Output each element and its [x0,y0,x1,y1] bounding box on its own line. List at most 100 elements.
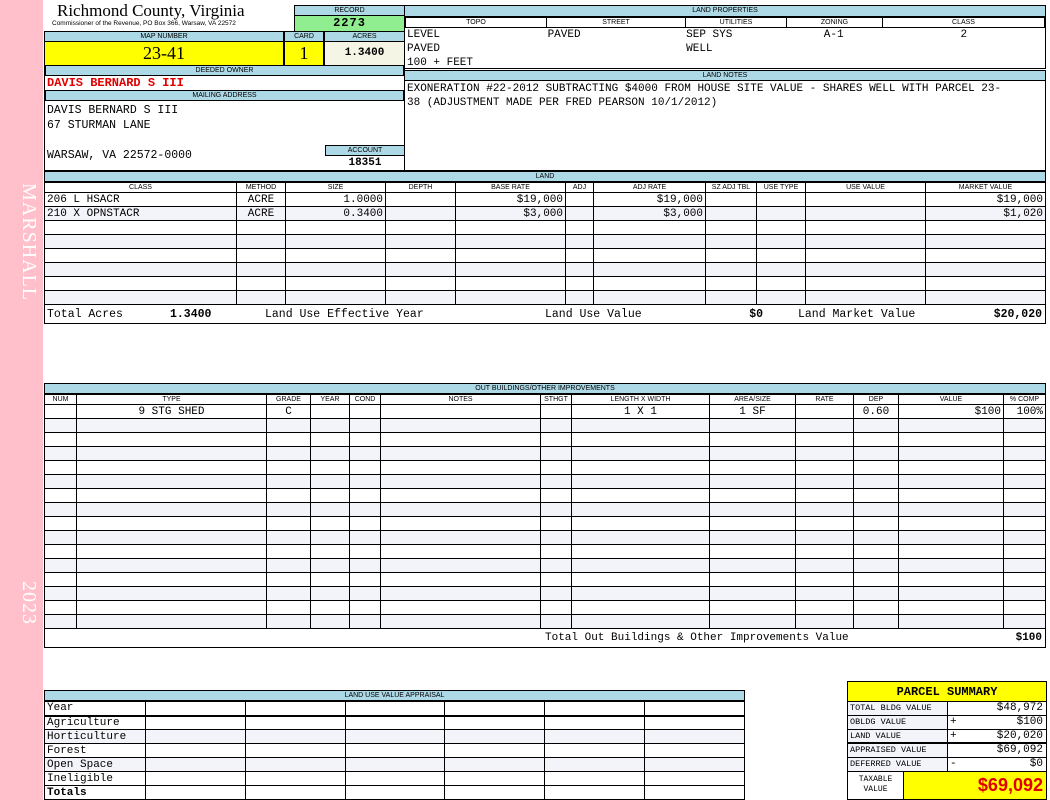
land-cell [385,234,456,249]
outbuilding-cell [898,446,1004,461]
outbuilding-cell [310,516,350,531]
outbuilding-cell [571,558,710,573]
land-use-cell [544,785,646,800]
land-cell [593,234,706,249]
outbuildings-total-value: $100 [1015,632,1042,644]
outbuilding-col-header: GRADE [266,394,311,405]
outbuilding-cell [540,558,572,573]
outbuilding-cell [44,572,77,587]
land-use-cell [244,771,346,786]
land-col-header: USE VALUE [805,182,926,193]
land-cell [385,276,456,291]
outbuilding-row [44,446,1046,461]
outbuilding-row [44,530,1046,545]
outbuilding-cell [898,558,1004,573]
land-use-cell [544,743,646,758]
outbuilding-cell [44,432,77,447]
land-use-cell [344,757,446,772]
outbuilding-cell [709,418,796,433]
outbuilding-row [44,474,1046,489]
outbuilding-cell [266,446,311,461]
mailing-address-label: MAILING ADDRESS [45,90,404,101]
outbuilding-cell [380,460,541,475]
outbuilding-col-header: STHGT [540,394,572,405]
land-cell [455,276,566,291]
land-property-cell: 100 + FEET [407,57,474,69]
outbuilding-cell [709,516,796,531]
deeded-owner: DAVIS BERNARD S III [47,76,184,90]
land-market-label: Land Market Value [798,307,916,321]
land-cell [705,192,757,207]
col-zoning: ZONING [786,17,883,28]
summary-row: APPRAISED VALUE $69,092 [848,744,1046,758]
col-utilities: UTILITIES [685,17,787,28]
outbuilding-cell [1003,614,1046,629]
outbuilding-cell [266,586,311,601]
parcel-id-row: MAP NUMBER 23-41 CARD 1 ACRES 1.3400 [44,31,405,66]
land-property-row: PAVED WELL [405,42,1045,56]
outbuilding-cell [349,530,381,545]
land-cell [565,262,594,277]
land-cell [756,192,806,207]
outbuilding-cell [571,586,710,601]
outbuilding-cell [76,572,267,587]
land-col-header: DEPTH [385,182,456,193]
land-cell [236,290,286,305]
outbuilding-cell [540,474,572,489]
land-use-row: Horticulture [44,729,745,744]
outbuilding-cell [76,600,267,615]
outbuilding-cell [540,544,572,559]
county-title: Richmond County, Virginia [57,1,245,20]
outbuilding-cell: $100 [898,404,1004,419]
record-box: RECORD 2273 [294,5,405,32]
land-use-cell [145,785,246,800]
outbuilding-cell [571,572,710,587]
outbuilding-cell [76,460,267,475]
summary-label: TOTAL BLDG VALUE [848,702,948,715]
land-cell: $19,000 [455,192,566,207]
map-number-label: MAP NUMBER [44,31,284,42]
land-use-title: LAND USE VALUE APPRAISAL [44,690,745,701]
land-cell: $19,000 [925,192,1046,207]
land-cell [285,220,386,235]
outbuilding-cell [540,460,572,475]
outbuilding-cell [44,558,77,573]
taxable-value-label: TAXABLE VALUE [848,772,904,799]
outbuilding-cell [898,516,1004,531]
outbuilding-cell [853,488,899,503]
land-cell [925,248,1046,263]
land-use-cell [244,785,346,800]
land-cell [805,248,926,263]
outbuilding-cell [540,586,572,601]
outbuilding-cell [349,572,381,587]
land-cell [805,290,926,305]
outbuilding-cell [540,446,572,461]
outbuilding-cell [795,614,854,629]
outbuilding-cell [795,474,854,489]
summary-row: TOTAL BLDG VALUE $48,972 [848,702,1046,716]
land-cell [756,234,806,249]
land-property-cell: A-1 [823,29,844,41]
land-property-cell [881,42,1045,56]
land-use-cell [544,757,646,772]
land-use-cell [544,729,646,744]
outbuilding-cell [76,418,267,433]
outbuilding-cell [571,502,710,517]
land-cell [756,206,806,221]
land-use-label: Ineligible [44,771,146,786]
land-cell [385,290,456,305]
outbuilding-cell [1003,530,1046,545]
land-notes: LAND NOTES EXONERATION #22-2012 SUBTRACT… [404,70,1046,171]
land-cell [565,290,594,305]
outbuilding-cell [853,530,899,545]
outbuilding-cell [44,418,77,433]
land-cell [705,290,757,305]
account-box: ACCOUNT 18351 [325,145,405,170]
summary-sign: + [950,716,957,728]
outbuilding-cell [380,474,541,489]
land-cell [705,262,757,277]
summary-value: $0 [1029,758,1043,770]
land-cell [805,192,926,207]
land-use-value: $0 [749,307,763,321]
land-cell [565,192,594,207]
